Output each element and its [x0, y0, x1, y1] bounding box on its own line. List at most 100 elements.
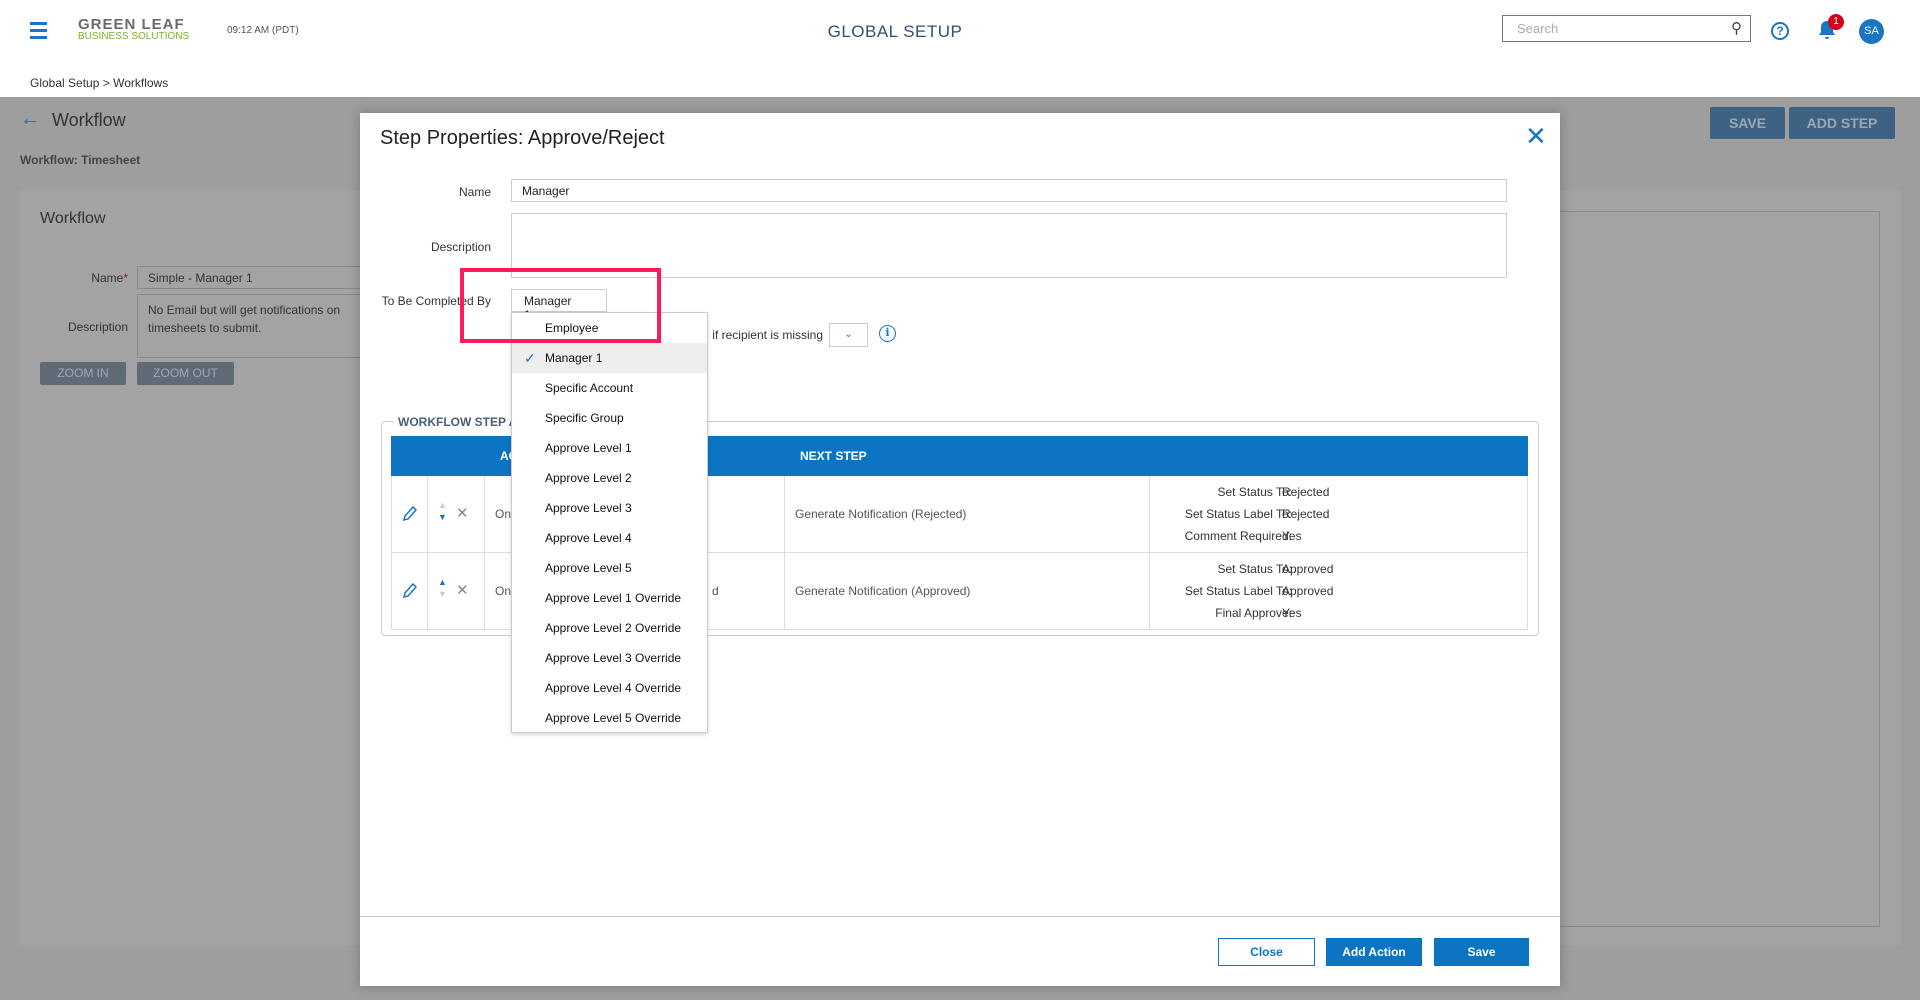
description-label: Description: [430, 240, 491, 254]
move-down-icon[interactable]: ▼: [438, 512, 447, 522]
dropdown-option[interactable]: Approve Level 2 Override: [512, 613, 707, 643]
dropdown-option[interactable]: Approve Level 4 Override: [512, 673, 707, 703]
option-label: Approve Level 5: [545, 561, 632, 575]
step-properties-dialog: Step Properties: Approve/Reject ✕ Name M…: [360, 113, 1560, 986]
property-value: Approved: [1282, 562, 1334, 576]
save-button[interactable]: SAVE: [1710, 107, 1785, 139]
step-name-input[interactable]: Manager: [511, 179, 1507, 202]
property-key: Set Status To:: [1217, 562, 1293, 576]
chevron-down-icon: ⌄: [844, 329, 853, 340]
dropdown-option[interactable]: Approve Level 4: [512, 523, 707, 553]
option-label: Approve Level 4 Override: [545, 681, 682, 695]
option-label: Manager 1: [545, 351, 603, 365]
dropdown-option[interactable]: Approve Level 5 Override: [512, 703, 707, 733]
order-cell: ▲ ▼ ✕: [428, 553, 485, 629]
property-key: Comment Required:: [1184, 529, 1292, 543]
option-label: Approve Level 5 Override: [545, 711, 682, 725]
properties-cell: Set Status To: Rejected Set Status Label T…: [1150, 476, 1529, 552]
footer-divider: [360, 916, 1560, 917]
search-icon[interactable]: ⚲: [1731, 19, 1742, 37]
option-label: Approve Level 4: [545, 531, 632, 545]
pencil-icon[interactable]: [403, 506, 417, 522]
delete-icon[interactable]: ✕: [456, 504, 469, 522]
page-title: Workflow: [52, 110, 126, 130]
dropdown-option[interactable]: ✓ Manager 1: [512, 343, 707, 373]
name-label: Name*: [91, 271, 128, 285]
property-value: Yes: [1282, 606, 1302, 620]
property-value: Rejected: [1282, 485, 1330, 499]
next-step-cell: Generate Notification (Approved): [785, 553, 1150, 629]
name-label: Name: [458, 185, 491, 199]
action-text-tail: d: [712, 584, 719, 598]
search-placeholder: Search: [1517, 21, 1559, 36]
top-header: GREEN LEAF BUSINESS SOLUTIONS 09:12 AM (…: [0, 0, 1920, 97]
move-up-icon[interactable]: ▲: [438, 500, 447, 510]
breadcrumb-separator: >: [102, 76, 110, 90]
panel-heading: Workflow: [40, 210, 106, 227]
dropdown-option[interactable]: Approve Level 2: [512, 463, 707, 493]
next-step-text: Generate Notification (Approved): [795, 584, 971, 598]
add-action-button[interactable]: Add Action: [1326, 938, 1422, 966]
dropdown-option[interactable]: Approve Level 1: [512, 433, 707, 463]
page-subtitle: Workflow: Timesheet: [20, 153, 141, 167]
move-down-icon[interactable]: ▼: [438, 589, 447, 599]
pencil-icon[interactable]: [403, 583, 417, 599]
save-step-button[interactable]: Save: [1434, 938, 1529, 966]
zoom-out-button[interactable]: ZOOM OUT: [137, 362, 234, 385]
option-label: Approve Level 2: [545, 471, 632, 485]
info-icon[interactable]: i: [879, 325, 896, 342]
move-up-icon[interactable]: ▲: [438, 577, 447, 587]
notification-badge: 1: [1828, 14, 1844, 30]
help-icon[interactable]: ?: [1771, 22, 1789, 40]
option-label: Approve Level 3 Override: [545, 651, 682, 665]
workflow-canvas: [1559, 211, 1880, 927]
description-label: Description: [67, 320, 128, 334]
back-arrow-icon[interactable]: ←: [20, 108, 40, 131]
completed-by-dropdown: Employee ✓ Manager 1 Specific Account Specif…: [511, 312, 708, 733]
delete-icon[interactable]: ✕: [456, 581, 469, 599]
property-key: Set Status To:: [1217, 485, 1293, 499]
property-value: Rejected: [1282, 507, 1330, 521]
actions-legend: WORKFLOW STEP AC: [394, 415, 530, 429]
workflow-name-input[interactable]: Simple - Manager 1: [137, 266, 367, 289]
recipient-missing-select[interactable]: ⌄: [829, 323, 868, 347]
property-value: Approved: [1282, 584, 1334, 598]
next-step-text: Generate Notification (Rejected): [795, 507, 967, 521]
option-label: Approve Level 1 Override: [545, 591, 682, 605]
option-label: Approve Level 2 Override: [545, 621, 682, 635]
zoom-in-button[interactable]: ZOOM IN: [40, 362, 126, 385]
option-label: Specific Account: [545, 381, 634, 395]
breadcrumb-workflows[interactable]: Workflows: [113, 76, 168, 90]
close-button[interactable]: Close: [1218, 938, 1315, 966]
edit-cell: [392, 476, 428, 552]
option-label: Approve Level 3: [545, 501, 632, 515]
header-next-step: NEXT STEP: [800, 449, 867, 463]
dropdown-option[interactable]: Approve Level 3 Override: [512, 643, 707, 673]
property-value: Yes: [1282, 529, 1302, 543]
close-icon[interactable]: ✕: [1525, 121, 1547, 152]
property-key: Set Status Label To:: [1184, 584, 1292, 598]
next-step-cell: Generate Notification (Rejected): [785, 476, 1150, 552]
add-step-button[interactable]: ADD STEP: [1789, 107, 1895, 139]
option-label: Approve Level 1: [545, 441, 632, 455]
order-cell: ▲ ▼ ✕: [428, 476, 485, 552]
breadcrumb: Global Setup > Workflows: [30, 76, 168, 90]
highlight-annotation: [460, 268, 661, 343]
dropdown-option[interactable]: Approve Level 3: [512, 493, 707, 523]
avatar[interactable]: SA: [1859, 19, 1884, 44]
property-key: Set Status Label To:: [1184, 507, 1292, 521]
action-text: On: [495, 507, 512, 521]
edit-cell: [392, 553, 428, 629]
action-text: On: [495, 584, 512, 598]
dropdown-option[interactable]: Specific Account: [512, 373, 707, 403]
dropdown-option[interactable]: Specific Group: [512, 403, 707, 433]
option-label: Specific Group: [545, 411, 624, 425]
properties-cell: Set Status To: Approved Set Status Label T…: [1150, 553, 1529, 629]
breadcrumb-global-setup[interactable]: Global Setup: [30, 76, 99, 90]
dropdown-option[interactable]: Approve Level 5: [512, 553, 707, 583]
search-input[interactable]: Search ⚲: [1502, 15, 1751, 42]
checkmark-icon: ✓: [524, 350, 536, 366]
dialog-title: Step Properties: Approve/Reject: [380, 127, 665, 149]
property-key: Final Approve:: [1215, 606, 1292, 620]
dropdown-option[interactable]: Approve Level 1 Override: [512, 583, 707, 613]
